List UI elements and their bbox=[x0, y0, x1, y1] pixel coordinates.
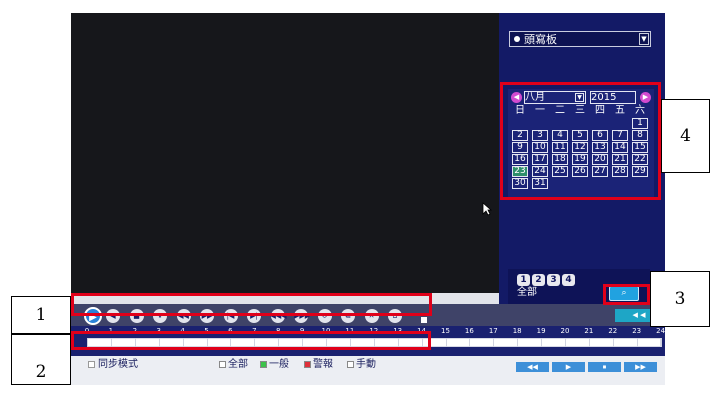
all-channels-label[interactable]: 全部 bbox=[517, 287, 537, 299]
legend-swatch bbox=[304, 361, 311, 368]
hour-gridline bbox=[493, 338, 495, 347]
sync-mode-label: 同步模式 bbox=[98, 359, 138, 370]
hour-gridline bbox=[612, 338, 614, 347]
hour-gridline bbox=[660, 338, 662, 347]
legend-swatch bbox=[260, 361, 267, 368]
small-indicator-icon bbox=[421, 317, 427, 323]
legend-swatch bbox=[219, 361, 226, 368]
annotation-label-4: 4 bbox=[661, 99, 710, 173]
chevron-down-icon[interactable]: ▼ bbox=[639, 33, 649, 45]
hour-gridline bbox=[517, 338, 519, 347]
annotation-label-1: 1 bbox=[11, 296, 71, 334]
hour-label: 17 bbox=[488, 327, 498, 335]
camera-dropdown[interactable]: 頭寫板 ▼ bbox=[509, 31, 651, 47]
legend-label: 全部 bbox=[228, 359, 248, 370]
hour-gridline bbox=[445, 338, 447, 347]
hour-label: 24 bbox=[656, 327, 665, 335]
hour-label: 15 bbox=[441, 327, 450, 335]
hour-label: 23 bbox=[632, 327, 642, 335]
highlight-box-1 bbox=[71, 293, 432, 316]
hour-gridline bbox=[541, 338, 543, 347]
annotation-label-2: 2 bbox=[11, 334, 71, 385]
legend-label: 手動 bbox=[356, 359, 376, 370]
channel-1-button[interactable]: 1 bbox=[517, 274, 530, 286]
hour-label: 19 bbox=[536, 327, 546, 335]
mouse-cursor-icon bbox=[482, 202, 492, 216]
video-playback-area[interactable] bbox=[71, 13, 499, 293]
hour-label: 20 bbox=[560, 327, 570, 335]
channel-2-button[interactable]: 2 bbox=[532, 274, 545, 286]
channel-3-button[interactable]: 3 bbox=[547, 274, 560, 286]
highlight-box-4 bbox=[500, 82, 661, 200]
legend-label: 一般 bbox=[269, 359, 289, 370]
hour-gridline bbox=[469, 338, 471, 347]
hour-gridline bbox=[565, 338, 566, 347]
bottom-control-button[interactable]: ◀◀ bbox=[516, 362, 549, 372]
camera-dropdown-value: 頭寫板 bbox=[524, 33, 557, 46]
legend-swatch bbox=[347, 361, 354, 368]
channel-4-button[interactable]: 4 bbox=[562, 274, 575, 286]
hour-label: 21 bbox=[584, 327, 594, 335]
highlight-box-3 bbox=[603, 284, 650, 305]
hour-label: 16 bbox=[464, 327, 474, 335]
bottom-control-button[interactable]: ▶▶ bbox=[624, 362, 657, 372]
legend-label: 警報 bbox=[313, 359, 333, 370]
hour-gridline bbox=[588, 338, 590, 347]
bottom-control-button[interactable]: ▶ bbox=[552, 362, 585, 372]
highlight-box-2 bbox=[71, 331, 431, 350]
bottom-control-button[interactable]: ⏹ bbox=[588, 362, 621, 372]
dropdown-bullet-icon bbox=[514, 36, 520, 42]
hour-label: 18 bbox=[512, 327, 522, 335]
sync-mode-checkbox[interactable] bbox=[88, 361, 95, 368]
hour-gridline bbox=[636, 338, 638, 347]
annotation-label-3: 3 bbox=[650, 271, 710, 327]
hour-label: 22 bbox=[608, 327, 618, 335]
